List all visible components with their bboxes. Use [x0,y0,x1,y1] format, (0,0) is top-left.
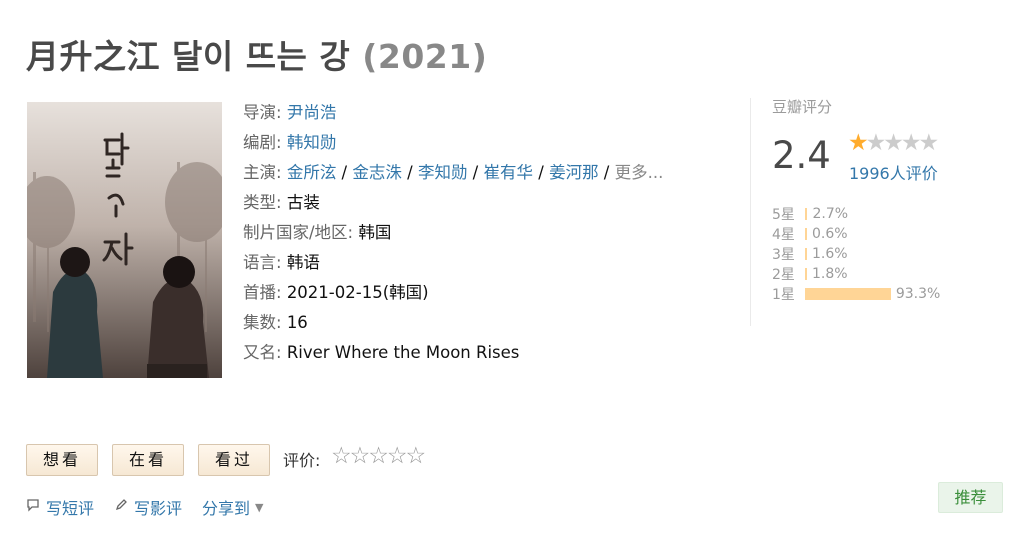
director-link[interactable]: 尹尚浩 [287,103,337,122]
rating-dist-bar [805,208,808,220]
cast-link[interactable]: 李知勋 [418,163,468,182]
rating-header: 豆瓣评分 [772,98,833,116]
episodes-value: 16 [286,313,308,332]
cast-link[interactable]: 姜河那 [549,163,599,182]
title-main: 月升之江 달이 뜨는 강 [26,37,351,76]
language-label: 语言: [243,253,282,272]
rating-dist-row: 1星 93.3% [772,284,940,304]
info-language: 语言: 韩语 [243,248,723,278]
writer-link[interactable]: 韩知勋 [287,133,337,152]
language-value: 韩语 [286,253,320,272]
rating-dist-percent: 1.6% [812,246,848,262]
cast-link[interactable]: 崔有华 [484,163,534,182]
watched-button[interactable]: 看过 [198,444,270,476]
cast-separator: / [533,163,550,182]
aka-value: River Where the Moon Rises [286,343,520,362]
info-cast: 主演: 金所泫 / 金志洙 / 李知勋 / 崔有华 / 姜河那 / 更多... [243,158,723,188]
rating-dist-bar [805,288,891,300]
rating-dist-row: 2星 1.8% [772,264,940,284]
want-to-watch-button[interactable]: 想看 [26,444,98,476]
rating-dist-bar [805,268,807,280]
info-episodes: 集数: 16 [243,308,723,338]
rating-dist-label: 2星 [772,267,795,283]
star-empty-icon: ★ [883,130,904,156]
chevron-down-icon[interactable]: ▼ [255,501,263,514]
info-director: 导演: 尹尚浩 [243,98,723,128]
watching-button[interactable]: 在看 [112,444,184,476]
title-year: (2021) [362,37,488,76]
rate-star-icon[interactable]: ☆ [331,443,352,469]
rating-panel: 豆瓣评分 2.4 ★★★★★ 1996人评价 5星 2.7% 4星 0.6% 3星 1.6… [772,96,1002,303]
page-title: 月升之江 달이 뜨는 강 (2021) [26,30,487,78]
star-filled-icon: ★ [848,130,869,156]
cast-link[interactable]: 金志洙 [352,163,402,182]
rating-divider [750,98,751,326]
poster-image[interactable] [27,102,222,378]
rate-star-icon[interactable]: ☆ [406,443,427,469]
rating-dist-row: 4星 0.6% [772,224,940,244]
pencil-icon [114,498,128,516]
action-bar: 写短评 写影评 分享到 ▼ [26,495,264,519]
genre-label: 类型: [243,193,282,212]
rating-dist-percent: 1.8% [812,266,848,282]
my-rating-stars: ☆☆☆☆☆ [331,443,427,469]
star-empty-icon: ★ [918,130,940,156]
write-short-review-link[interactable]: 写短评 [46,495,94,519]
cast-separator: / [598,163,615,182]
writer-label: 编剧: [243,133,282,152]
info-aka: 又名: River Where the Moon Rises [243,338,723,368]
episodes-label: 集数: [243,313,282,332]
movie-info: 导演: 尹尚浩 编剧: 韩知勋 主演: 金所泫 / 金志洙 / 李知勋 / 崔有… [243,98,723,368]
rating-distribution: 5星 2.7% 4星 0.6% 3星 1.6% 2星 1.8% 1星 93.3% [772,204,940,304]
premiere-value: 2021-02-15(韩国) [286,283,429,302]
info-genre: 类型: 古装 [243,188,723,218]
my-rating-label: 评价: [283,451,321,470]
cast-more-link[interactable]: 更多... [615,163,664,182]
rating-dist-row: 5星 2.7% [772,204,940,224]
cast-separator: / [401,163,418,182]
country-label: 制片国家/地区: [243,223,354,242]
poster-artwork [27,102,222,378]
rating-dist-row: 3星 1.6% [772,244,940,264]
cast-label: 主演: [243,163,282,182]
rating-dist-label: 1星 [772,287,795,303]
comment-icon [26,498,40,516]
rating-count-link[interactable]: 1996人评价 [849,160,938,184]
aka-label: 又名: [243,343,282,362]
share-link[interactable]: 分享到 [202,495,250,519]
cast-separator: / [467,163,484,182]
write-review-link[interactable]: 写影评 [134,495,182,519]
cast-link[interactable]: 金所泫 [287,163,337,182]
rate-star-icon[interactable]: ☆ [350,443,371,469]
info-premiere: 首播: 2021-02-15(韩国) [243,278,723,308]
country-value: 韩国 [358,223,392,242]
recommend-button[interactable]: 推荐 [938,482,1003,513]
genre-value: 古装 [286,193,320,212]
rating-dist-label: 4星 [772,227,795,243]
rate-star-icon[interactable]: ☆ [387,443,408,469]
director-label: 导演: [243,103,282,122]
star-empty-icon: ★ [865,130,887,156]
rating-dist-percent: 0.6% [812,226,848,242]
rating-score: 2.4 [772,134,831,177]
star-empty-icon: ★ [900,130,922,156]
premiere-label: 首播: [243,283,282,302]
rate-star-icon[interactable]: ☆ [368,443,389,469]
rating-dist-percent: 2.7% [812,206,849,222]
rating-dist-bar [805,228,807,240]
info-country: 制片国家/地区: 韩国 [243,218,723,248]
info-writer: 编剧: 韩知勋 [243,128,723,158]
rating-dist-bar [805,248,807,260]
rating-stars: ★★★★★ [848,130,940,156]
rating-dist-label: 3星 [772,247,795,263]
rating-dist-percent: 93.3% [895,286,941,302]
cast-separator: / [336,163,353,182]
rating-dist-label: 5星 [772,207,795,223]
